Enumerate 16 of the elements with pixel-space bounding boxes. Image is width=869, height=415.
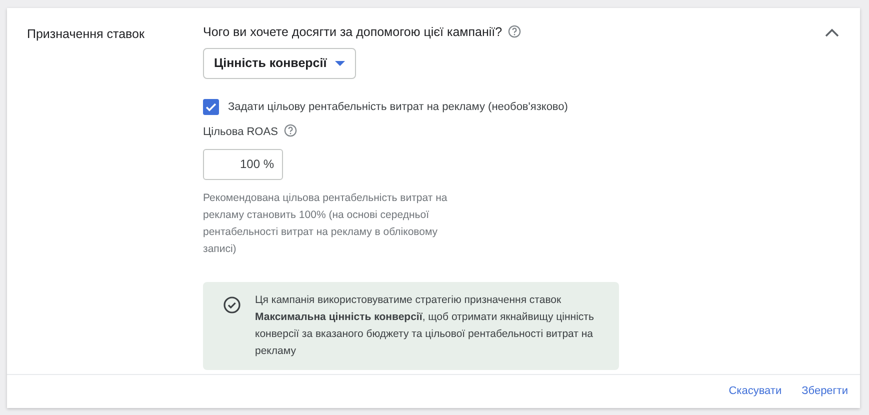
roas-label: Цільова ROAS (203, 126, 278, 138)
help-icon[interactable] (508, 25, 522, 38)
checkbox-label: Задати цільову рентабельність витрат на рекламу (необов'язково) (228, 100, 568, 114)
help-icon[interactable] (284, 124, 297, 137)
question-label: Чого ви хочете досягти за допомогою цієї кампанії? (203, 25, 502, 39)
text-button[interactable]: Скасувати (728, 382, 782, 399)
checkbox[interactable] (203, 98, 219, 115)
text-button[interactable]: Зберегти (802, 382, 848, 399)
goal-dropdown[interactable]: Цінність конверсії (203, 48, 356, 78)
roas-input-field[interactable]: 100 % (203, 148, 283, 180)
section-title: Призначення ставок (27, 26, 146, 43)
check-circle-icon (223, 296, 241, 314)
recommendation-text: Рекомендована цільова рентабельність витрат на рекламу становить 100% (на основі середньої рентабельності витрат на рекламу в обліковому записі) (203, 190, 448, 256)
collapse-icon[interactable] (824, 28, 840, 38)
dropdown-arrow-icon (334, 60, 345, 66)
info-text: Ця кампанія використовуватиме стратегію призначення ставок Максимальна цінність конверсії, щоб отримати якнайвищу цінність конверсії за вказаного бюджету та цільової рентабельності витрат на рекламу (255, 292, 595, 358)
